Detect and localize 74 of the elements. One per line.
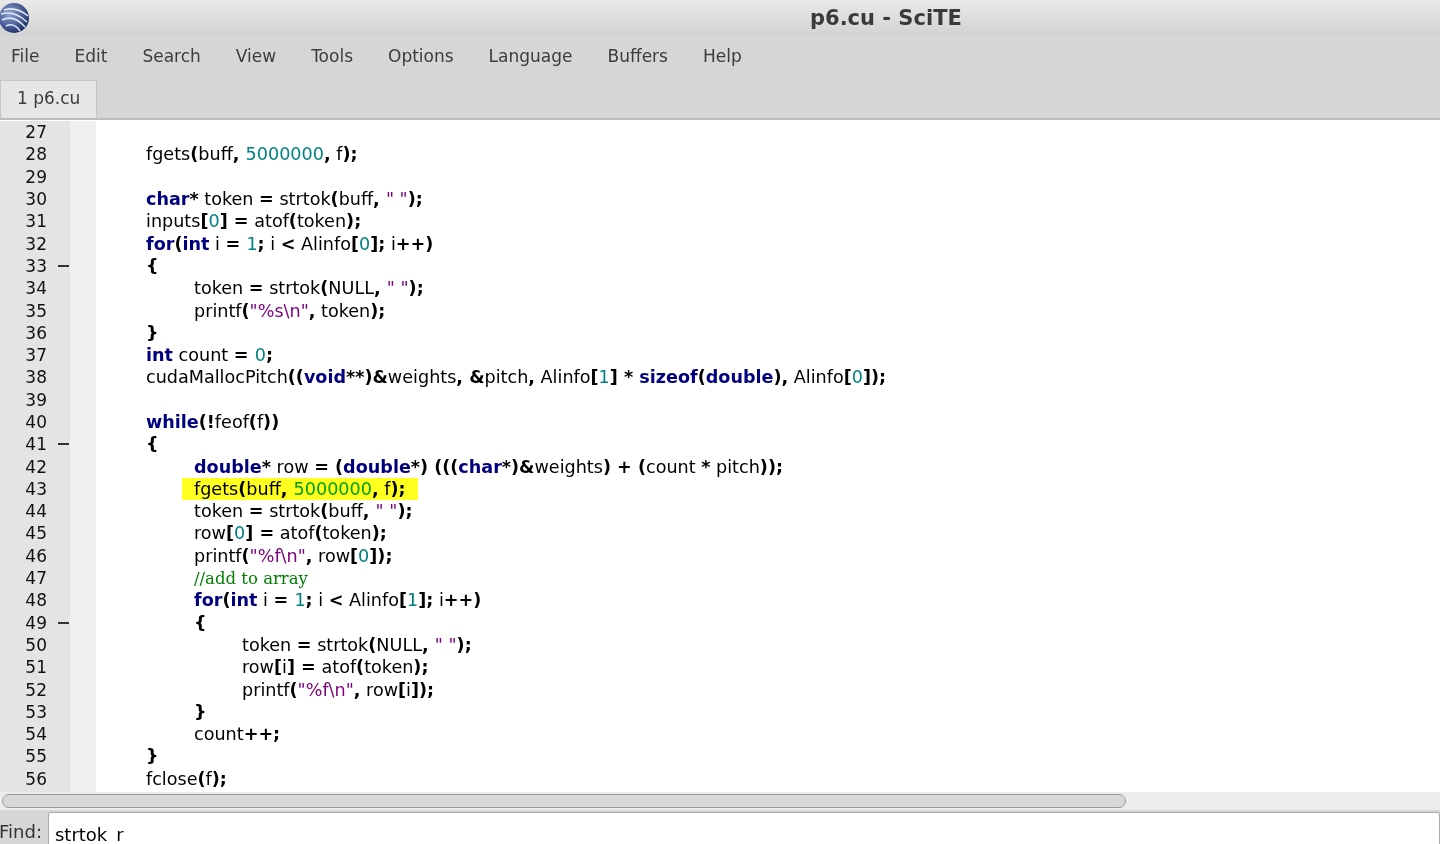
code-line: }	[146, 321, 159, 344]
line-number: 37	[24, 345, 47, 366]
code-line: fgets(buff, 5000000, f);	[146, 143, 358, 166]
menu-item[interactable]: Tools	[311, 46, 353, 66]
code-line: for(int i = 1; i < Alinfo[0]; i++)	[146, 232, 434, 255]
fold-minus-icon[interactable]	[58, 443, 69, 446]
menu-item[interactable]: Help	[703, 46, 742, 66]
line-number: 32	[24, 233, 47, 254]
line-number: 36	[24, 322, 47, 343]
menu-item[interactable]: Options	[388, 46, 454, 66]
code-line: fclose(f);	[146, 767, 227, 790]
code-line: row[i] = atof(token);	[242, 656, 429, 679]
menu-item[interactable]: Edit	[74, 46, 108, 66]
line-number: 33	[24, 255, 47, 276]
code-line: token = strtok(NULL, " ");	[194, 277, 424, 300]
find-input-field[interactable]: strtok_r	[47, 812, 1440, 844]
line-number: 34	[24, 278, 47, 299]
horizontal-scrollbar-thumb[interactable]	[2, 794, 1126, 808]
line-number: 38	[24, 367, 47, 388]
code-line: count++;	[194, 723, 281, 746]
line-number: 44	[24, 501, 47, 522]
code-line: int count = 0;	[146, 344, 273, 367]
line-number: 46	[24, 545, 47, 566]
line-number: 49	[24, 612, 47, 633]
code-line: while(!feof(f))	[146, 411, 280, 433]
menu-item[interactable]: View	[235, 46, 277, 66]
line-number: 35	[24, 300, 47, 321]
line-number: 42	[24, 456, 47, 477]
code-line: {	[146, 254, 159, 277]
globe-logo-icon	[0, 2, 30, 34]
line-number: 47	[24, 568, 47, 589]
code-line: }	[146, 745, 159, 768]
line-number: 27	[24, 122, 47, 143]
line-number: 45	[24, 523, 47, 544]
code-line: token = strtok(buff, " ");	[194, 500, 413, 523]
file-tab[interactable]: 1 p6.cu	[0, 80, 98, 118]
window-title: p6.cu - SciTE	[810, 6, 962, 30]
line-number: 51	[24, 657, 47, 678]
line-number: 39	[24, 389, 47, 410]
line-number: 41	[24, 434, 47, 455]
code-line: double* row = (double*) (((char*)&weights) + (count * pitch));	[194, 455, 783, 478]
menu-item[interactable]: File	[11, 46, 40, 66]
line-number: 31	[24, 211, 47, 232]
line-number: 52	[24, 679, 47, 700]
fold-minus-icon[interactable]	[58, 264, 69, 267]
find-label: Find:	[0, 820, 43, 842]
code-line: }	[194, 700, 207, 723]
line-number: 55	[24, 746, 47, 767]
code-line: inputs[0] = atof(token);	[146, 210, 362, 233]
code-line: cudaMallocPitch((void**)&weights, &pitch, Alinfo[1] * sizeof(double), Alinfo[0]);	[146, 366, 887, 389]
line-number: 53	[24, 701, 47, 722]
menu-item[interactable]: Language	[488, 46, 573, 66]
code-line: //add to array	[194, 568, 308, 590]
line-number: 29	[24, 166, 47, 187]
line-number: 56	[24, 768, 47, 789]
line-number: 48	[24, 590, 47, 611]
code-line: printf("%f\n", row[i]);	[242, 678, 435, 701]
code-line: for(int i = 1; i < Alinfo[1]; i++)	[194, 589, 482, 612]
code-line: printf("%s\n", token);	[194, 299, 386, 322]
code-line: printf("%f\n", row[0]);	[194, 544, 393, 567]
line-number: 28	[24, 144, 47, 165]
code-line: {	[146, 433, 159, 456]
code-line: {	[194, 611, 207, 634]
menu-item[interactable]: Search	[142, 46, 201, 66]
menu-item[interactable]: Buffers	[607, 46, 668, 66]
code-line: token = strtok(NULL, " ");	[242, 633, 472, 656]
line-number: 30	[24, 189, 47, 210]
code-line: row[0] = atof(token);	[194, 522, 387, 545]
line-number: 43	[24, 478, 47, 499]
line-number: 50	[24, 634, 47, 655]
line-number: 54	[24, 724, 47, 745]
code-line: char* token = strtok(buff, " ");	[146, 188, 423, 211]
fold-minus-icon[interactable]	[58, 621, 69, 624]
line-number: 40	[24, 412, 47, 432]
